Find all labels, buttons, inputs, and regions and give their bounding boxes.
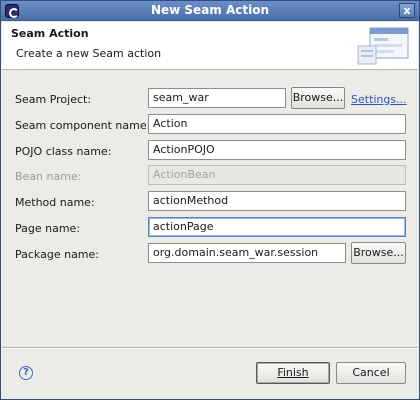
package-name-field[interactable]: org.domain.seam_war.session [148, 243, 346, 263]
method-name-label: Method name: [15, 196, 95, 209]
help-icon[interactable]: ? [19, 366, 33, 380]
page-name-label: Page name: [15, 222, 81, 235]
header-description: Create a new Seam action [16, 47, 162, 60]
header-title: Seam Action [11, 27, 89, 40]
wizard-banner-icon [357, 27, 409, 65]
title-bar[interactable]: New Seam Action x [1, 1, 419, 21]
component-name-field[interactable]: Action [148, 114, 406, 134]
finish-button[interactable]: Finish [256, 362, 330, 384]
package-browse-button[interactable]: Browse... [351, 242, 406, 264]
wizard-header: Seam Action Create a new Seam action [2, 22, 418, 70]
pojo-class-field[interactable]: ActionPOJO [148, 140, 406, 160]
finish-label: Finish [277, 366, 309, 379]
package-name-label: Package name: [15, 248, 99, 261]
bean-name-field: ActionBean [148, 165, 406, 185]
page-name-field[interactable]: actionPage [148, 217, 406, 237]
seam-project-browse-button[interactable]: Browse... [291, 87, 345, 109]
bean-name-label: Bean name: [15, 170, 82, 183]
dialog-window: New Seam Action x Seam Action Create a n… [0, 0, 420, 400]
close-button[interactable]: x [399, 3, 415, 18]
footer-separator [2, 347, 418, 349]
seam-project-field[interactable]: seam_war [148, 88, 286, 108]
window-title: New Seam Action [150, 3, 270, 17]
method-name-field[interactable]: actionMethod [148, 191, 406, 211]
pojo-class-label: POJO class name: [15, 145, 112, 158]
cancel-button[interactable]: Cancel [336, 362, 406, 384]
component-name-label: Seam component name: [15, 119, 151, 132]
seam-project-label: Seam Project: [15, 93, 92, 106]
settings-link[interactable]: Settings... [351, 93, 407, 106]
